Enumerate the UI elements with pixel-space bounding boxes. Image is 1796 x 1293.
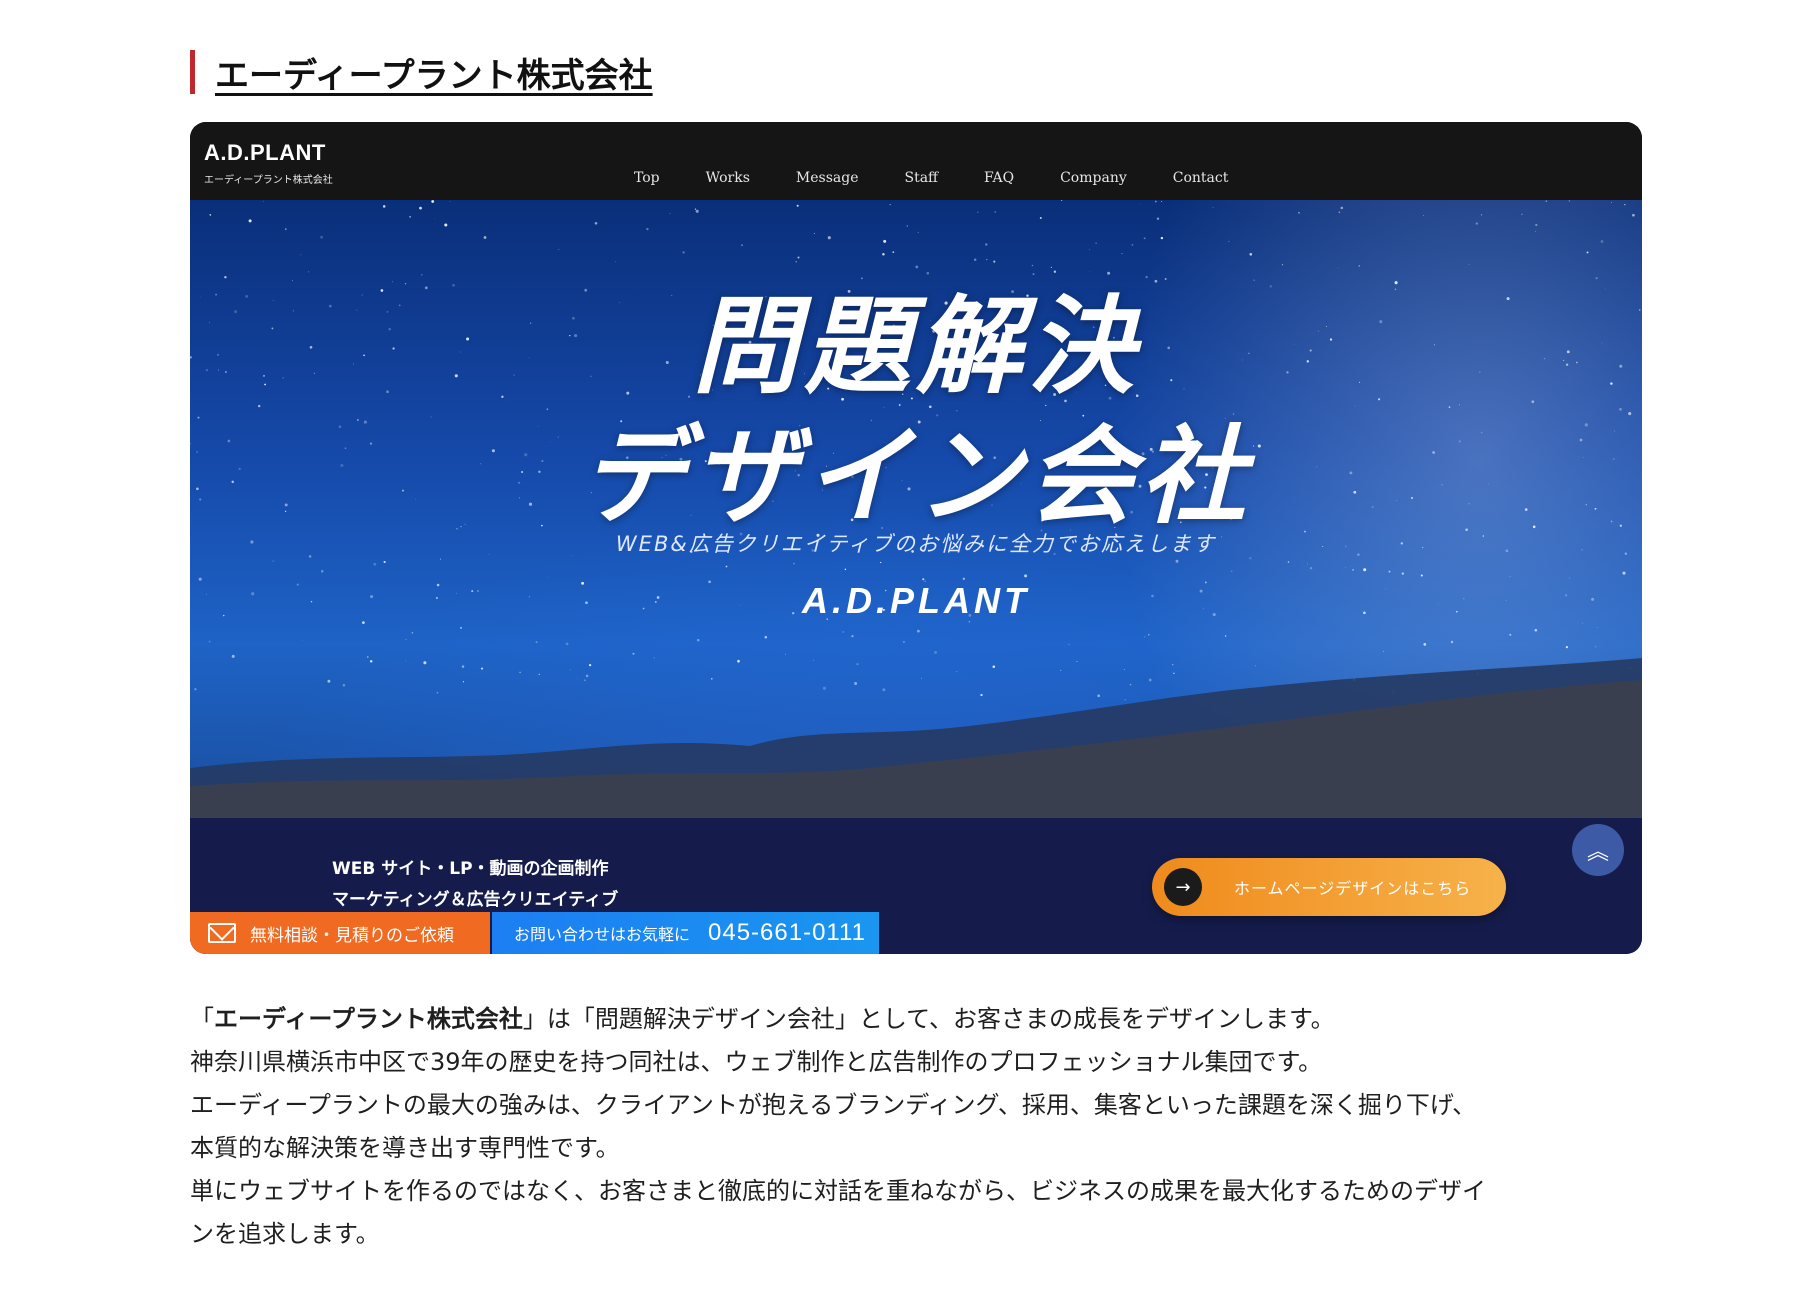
description-line-2: 神奈川県横浜市中区で39年の歴史を持つ同社は、ウェブ制作と広告制作のプロフェッシ…	[190, 1048, 1323, 1076]
description-line-3: エーディープラントの最大の強みは、クライアントが抱えるブランディング、採用、集客…	[190, 1091, 1477, 1119]
free-consultation-button[interactable]: 無料相談・見積りのご依頼	[190, 912, 490, 954]
hero-brand: A.D.PLANT	[802, 580, 1030, 621]
nav-item-faq[interactable]: FAQ	[984, 170, 1014, 186]
company-heading-link[interactable]: エーディープラント株式会社	[215, 48, 653, 97]
description-line-4: 本質的な解決策を導き出す専門性です。	[190, 1134, 620, 1162]
contact-phone-button[interactable]: お問い合わせはお気軽に 045-661-0111	[492, 912, 879, 954]
homepage-design-button[interactable]: → ホームページデザインはこちら	[1152, 858, 1506, 916]
section-heading: エーディープラント株式会社	[190, 48, 653, 97]
contact-label: お問い合わせはお気軽に	[514, 925, 691, 944]
hero-banner: 問題解決 デザイン会社 WEB&広告クリエイティブのお悩みに全力でお応えします …	[190, 200, 1642, 818]
logo-wordmark: A.D.PLANT	[204, 140, 326, 165]
company-name-bold: エーディープラント株式会社	[214, 1005, 523, 1033]
nav-item-works[interactable]: Works	[706, 170, 750, 186]
hero-tagline: WEB&広告クリエイティブのお悩みに全力でお応えします	[615, 532, 1217, 556]
description-line-5: 単にウェブサイトを作るのではなく、お客さまと徹底的に対話を重ねながら、ビジネスの…	[190, 1177, 1486, 1205]
heading-accent-bar	[190, 50, 195, 94]
footer-band: WEB サイト・LP・動画の企画制作 マーケティング＆広告クリエイティブ → ホ…	[190, 818, 1642, 954]
service-list: WEB サイト・LP・動画の企画制作 マーケティング＆広告クリエイティブ	[332, 854, 618, 916]
nav-item-message[interactable]: Message	[796, 170, 859, 186]
service-line-web: WEB サイト・LP・動画の企画制作	[332, 859, 609, 879]
quote-open: 「	[190, 1005, 214, 1033]
free-consultation-label: 無料相談・見積りのご依頼	[250, 925, 454, 946]
mail-icon	[208, 923, 236, 943]
arrow-right-icon: →	[1164, 868, 1202, 906]
nav-item-contact[interactable]: Contact	[1173, 170, 1229, 186]
nav-item-company[interactable]: Company	[1060, 170, 1127, 186]
nav-item-top[interactable]: Top	[634, 170, 660, 186]
homepage-design-label: ホームページデザインはこちら	[1234, 879, 1472, 898]
company-description: 「エーディープラント株式会社」は「問題解決デザイン会社」として、お客さまの成長を…	[190, 998, 1650, 1256]
site-nav: Top Works Message Staff FAQ Company Cont…	[634, 170, 1274, 186]
website-screenshot: A.D.PLANT エーディープラント株式会社 Top Works Messag…	[190, 122, 1642, 954]
description-line-1-rest: 」は「問題解決デザイン会社」として、お客さまの成長をデザインします。	[522, 1005, 1335, 1033]
article-page: エーディープラント株式会社 A.D.PLANT エーディープラント株式会社 To…	[0, 0, 1796, 1293]
logo-subtitle: エーディープラント株式会社	[204, 175, 333, 186]
description-line-6: ンを追求します。	[190, 1220, 380, 1248]
site-logo[interactable]: A.D.PLANT エーディープラント株式会社	[204, 140, 333, 186]
site-header: A.D.PLANT エーディープラント株式会社 Top Works Messag…	[190, 122, 1642, 200]
nav-item-staff[interactable]: Staff	[904, 170, 938, 186]
scroll-to-top-button[interactable]: ︽	[1572, 824, 1624, 876]
contact-phone-number: 045-661-0111	[708, 919, 866, 946]
description-line-1: 「エーディープラント株式会社」は「問題解決デザイン会社」として、お客さまの成長を…	[190, 998, 1650, 1041]
mountain-silhouette	[190, 658, 1642, 818]
hero-title-line2: デザイン会社	[580, 415, 1252, 538]
double-chevron-up-icon: ︽	[1586, 840, 1609, 865]
